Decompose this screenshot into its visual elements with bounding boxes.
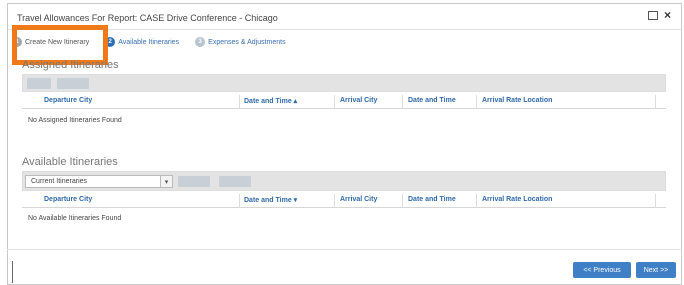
available-grid-header: Departure City Date and Time ▾ Arrival C…	[22, 194, 666, 208]
col-arrival-city[interactable]: Arrival City	[340, 97, 377, 104]
col-departure-city[interactable]: Departure City	[44, 196, 92, 203]
step-label: Expenses & Adjustments	[208, 38, 286, 46]
col-arrival-date-time[interactable]: Date and Time	[408, 97, 456, 104]
itinerary-filter-select[interactable]: Current Itineraries ▾	[25, 175, 173, 188]
delete-button[interactable]	[219, 176, 251, 187]
chevron-down-icon[interactable]: ▾	[160, 176, 172, 187]
step-label: Available Itineraries	[118, 38, 180, 46]
col-arrival-rate-location[interactable]: Arrival Rate Location	[482, 196, 552, 203]
assigned-grid-header: Departure City Date and Time ▴ Arrival C…	[22, 95, 666, 109]
col-arrival-date-time[interactable]: Date and Time	[408, 196, 456, 203]
edit-button[interactable]	[27, 78, 51, 89]
dialog-title: Travel Allowances For Report: CASE Drive…	[17, 13, 278, 23]
itinerary-filter-value: Current Itineraries	[31, 178, 88, 185]
dialog-edge-marker	[12, 261, 13, 283]
step-number-badge: 3	[195, 37, 206, 47]
close-icon[interactable]: ×	[664, 9, 671, 21]
unassign-button[interactable]	[57, 78, 89, 89]
step-expenses-adjustments[interactable]: 3 Expenses & Adjustments	[195, 37, 286, 47]
available-itineraries-title: Available Itineraries	[22, 156, 118, 168]
col-arrival-rate-location[interactable]: Arrival Rate Location	[482, 97, 552, 104]
footer-divider	[7, 249, 682, 250]
available-empty-message: No Available Itineraries Found	[28, 215, 122, 222]
next-button[interactable]: Next >>	[636, 262, 676, 278]
step-available-itineraries[interactable]: 2 Available Itineraries	[105, 37, 179, 47]
previous-button[interactable]: << Previous	[573, 262, 631, 278]
col-arrival-city[interactable]: Arrival City	[340, 196, 377, 203]
col-departure-date-time[interactable]: Date and Time ▾	[244, 196, 297, 204]
assigned-toolbar	[22, 74, 666, 92]
assigned-itineraries-title: Assigned Itineraries	[22, 59, 119, 71]
assigned-empty-message: No Assigned Itineraries Found	[28, 117, 122, 124]
col-departure-city[interactable]: Departure City	[44, 97, 92, 104]
assign-button[interactable]	[178, 176, 210, 187]
maximize-icon[interactable]	[647, 10, 658, 20]
col-departure-date-time[interactable]: Date and Time ▴	[244, 97, 297, 105]
dialog-titlebar: Travel Allowances For Report: CASE Drive…	[8, 4, 681, 30]
window-controls: ×	[647, 9, 671, 21]
